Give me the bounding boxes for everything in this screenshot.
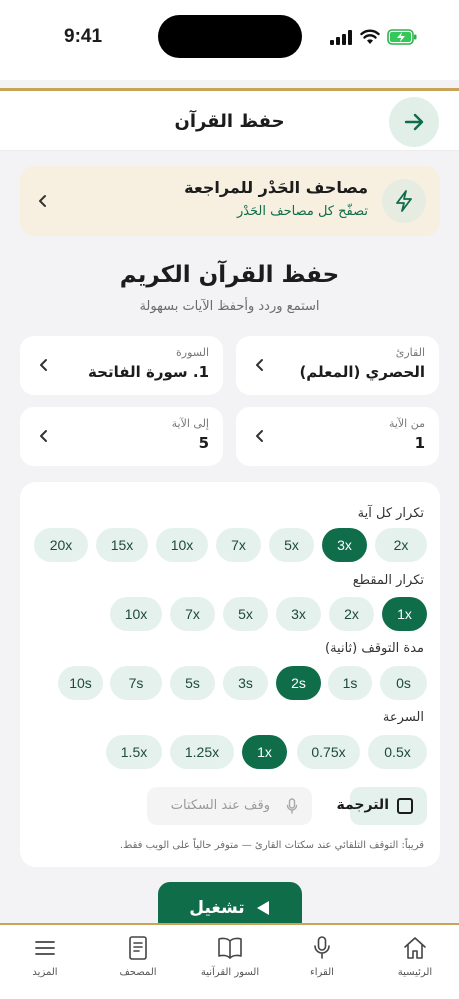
speed-label: السرعة	[382, 710, 424, 725]
reciter-value: الحصري (المعلم)	[299, 363, 425, 381]
mushaf-icon	[129, 936, 147, 960]
bottom-tab-bar: الرئيسية القراء السور القرآنية المصحف ال…	[0, 923, 459, 999]
ayah-repeat-chip[interactable]: 7x	[216, 528, 261, 562]
ayah-repeat-chip[interactable]: 10x	[156, 528, 208, 562]
status-bar: 9:41	[0, 0, 459, 80]
ayah-repeat-chip[interactable]: 2x	[375, 528, 427, 562]
surah-value: 1. سورة الفاتحة	[88, 363, 209, 381]
tab-reciters-label: القراء	[310, 967, 334, 978]
segment-repeat-label: تكرار المقطع	[352, 573, 424, 588]
open-book-icon	[218, 937, 242, 959]
pause-duration-chip[interactable]: 0s	[380, 666, 427, 700]
pause-duration-chip[interactable]: 10s	[58, 666, 103, 700]
banner-icon-circle	[382, 179, 426, 223]
microphone-icon	[314, 936, 330, 959]
ayah-repeat-chip[interactable]: 15x	[96, 528, 148, 562]
segment-repeat-chip[interactable]: 2x	[329, 597, 374, 631]
ayah-repeat-chip-selected[interactable]: 3x	[322, 528, 367, 562]
pause-duration-chip[interactable]: 3s	[223, 666, 268, 700]
translation-checkbox[interactable]	[397, 798, 413, 814]
speed-chip[interactable]: 0.75x	[297, 735, 360, 769]
ayah-repeat-chip[interactable]: 5x	[269, 528, 314, 562]
segment-repeat-chip-selected[interactable]: 1x	[382, 597, 427, 631]
tab-home[interactable]: الرئيسية	[370, 935, 459, 991]
to-ayah-selector[interactable]: إلى الآية 5	[20, 407, 223, 466]
home-icon	[404, 937, 426, 959]
ayah-repeat-label: تكرار كل آية	[357, 506, 424, 521]
battery-charging-icon	[387, 29, 417, 45]
feature-note: قريباً: التوقف التلقائي عند سكتات القارئ…	[119, 840, 424, 851]
tab-more-label: المزيد	[32, 967, 58, 978]
speed-chip[interactable]: 0.5x	[368, 735, 427, 769]
tab-surahs[interactable]: السور القرآنية	[185, 935, 275, 991]
microphone-icon	[286, 798, 298, 814]
surah-label: السورة	[176, 346, 209, 359]
tab-mushaf-label: المصحف	[119, 967, 157, 978]
to-ayah-label: إلى الآية	[171, 417, 209, 430]
chevron-left-icon	[40, 359, 47, 371]
pause-duration-chip[interactable]: 5s	[170, 666, 215, 700]
arrow-right-icon	[404, 113, 424, 131]
banner-title: مصاحف الحَدْر للمراجعة	[184, 178, 368, 197]
wifi-icon	[360, 29, 380, 44]
segment-repeat-chip[interactable]: 3x	[276, 597, 321, 631]
page-subtitle: استمع وردد وأحفظ الآيات بسهولة	[139, 299, 320, 314]
play-button-label: تشغيل	[189, 898, 245, 918]
segment-repeat-chip[interactable]: 10x	[110, 597, 162, 631]
page-title: حفظ القرآن الكريم	[119, 262, 340, 288]
banner-subtitle: تصفّح كل مصاحف الحَدْر	[236, 204, 368, 219]
top-app-bar: حفظ القرآن	[0, 88, 459, 151]
translation-toggle[interactable]: الترجمة	[337, 787, 427, 825]
speed-chip-selected[interactable]: 1x	[242, 735, 287, 769]
surah-selector[interactable]: السورة 1. سورة الفاتحة	[20, 336, 223, 395]
reciter-label: القارئ	[395, 346, 425, 359]
reciter-selector[interactable]: القارئ الحصري (المعلم)	[236, 336, 439, 395]
tab-home-label: الرئيسية	[397, 967, 433, 978]
chevron-left-icon	[256, 430, 263, 442]
pause-at-silence-label: وقف عند السكتات	[170, 798, 270, 813]
pause-duration-chip[interactable]: 1s	[328, 666, 372, 700]
segment-repeat-chip[interactable]: 7x	[170, 597, 215, 631]
back-button[interactable]	[389, 97, 439, 147]
segment-repeat-chip[interactable]: 5x	[223, 597, 268, 631]
ayah-repeat-chip[interactable]: 20x	[34, 528, 88, 562]
dynamic-island	[158, 15, 302, 58]
from-ayah-value: 1	[414, 434, 425, 452]
chevron-left-icon	[39, 195, 46, 207]
tab-mushaf[interactable]: المصحف	[93, 935, 183, 991]
chevron-left-icon	[40, 430, 47, 442]
translation-label: الترجمة	[336, 797, 389, 813]
to-ayah-value: 5	[198, 434, 209, 452]
lightning-icon	[396, 190, 412, 212]
chevron-left-icon	[256, 359, 263, 371]
from-ayah-label: من الآية	[388, 417, 425, 430]
from-ayah-selector[interactable]: من الآية 1	[236, 407, 439, 466]
play-icon	[256, 901, 269, 915]
speed-chip[interactable]: 1.5x	[106, 735, 162, 769]
tab-reciters[interactable]: القراء	[277, 935, 367, 991]
tab-more[interactable]: المزيد	[0, 935, 90, 991]
cellular-signal-icon	[330, 30, 352, 45]
pause-duration-chip-selected[interactable]: 2s	[276, 666, 321, 700]
pause-duration-chip[interactable]: 7s	[110, 666, 162, 700]
playback-options-card: تكرار كل آية 2x 3x 5x 7x 10x 15x 20x تكر…	[20, 482, 440, 867]
speed-chip[interactable]: 1.25x	[170, 735, 234, 769]
menu-icon	[35, 941, 55, 955]
pause-duration-label: مدة التوقف (ثانية)	[325, 641, 424, 656]
tab-surahs-label: السور القرآنية	[200, 967, 260, 978]
pause-at-silence-toggle[interactable]: وقف عند السكتات	[147, 787, 312, 825]
hadr-mushaf-banner[interactable]: مصاحف الحَدْر للمراجعة تصفّح كل مصاحف ال…	[20, 166, 440, 236]
status-time: 9:41	[64, 26, 103, 47]
